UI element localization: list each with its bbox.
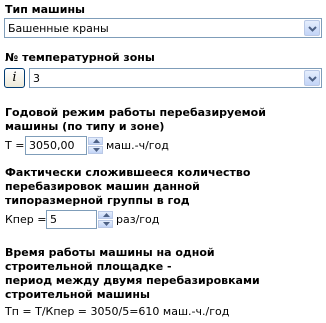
- temp-zone-value: 3: [33, 72, 40, 85]
- machine-type-dropdown-button[interactable]: [304, 20, 320, 36]
- site-time-formula: Тп = Т/Кпер = 3050/5=610 маш.-ч./год: [5, 305, 230, 318]
- relocations-spin-down[interactable]: [98, 220, 113, 228]
- relocations-input[interactable]: [46, 210, 97, 229]
- relocations-spinner[interactable]: [98, 211, 113, 228]
- annual-mode-unit: маш.-ч/год: [106, 139, 169, 152]
- site-time-heading-line4: строительной машины: [5, 288, 150, 301]
- annual-mode-spinner[interactable]: [88, 137, 103, 154]
- italic-l-icon: i: [12, 70, 17, 85]
- annual-mode-input[interactable]: [25, 136, 87, 155]
- relocations-heading-line2: перебазировок машин данной: [5, 180, 200, 193]
- relocations-heading-line3: типоразмерной группы в год: [5, 194, 190, 207]
- triangle-up-icon: [103, 213, 110, 217]
- chevron-down-icon: [308, 26, 317, 32]
- annual-mode-spin-up[interactable]: [88, 137, 103, 145]
- annual-mode-heading-line2: машины (по типу и зоне): [5, 120, 165, 133]
- temp-zone-label: № температурной зоны: [5, 51, 155, 64]
- triangle-down-icon: [103, 222, 110, 226]
- site-time-heading-line2: строительной площадке -: [5, 260, 172, 273]
- machine-type-label: Тип машины: [5, 3, 85, 16]
- site-time-heading-line1: Время работы машины на одной: [5, 246, 215, 259]
- temp-zone-select[interactable]: 3: [29, 68, 322, 88]
- relocations-heading-line1: Фактически сложившееся количество: [5, 166, 251, 179]
- relocations-field-label: Кпер =: [5, 213, 47, 226]
- machine-type-select[interactable]: Башенные краны: [4, 18, 322, 38]
- triangle-up-icon: [93, 139, 100, 143]
- temp-zone-info-button[interactable]: i: [4, 68, 25, 88]
- annual-mode-spin-down[interactable]: [88, 146, 103, 154]
- annual-mode-field-label: Т =: [5, 139, 25, 152]
- chevron-down-icon: [308, 76, 317, 82]
- relocations-unit: раз/год: [116, 213, 160, 226]
- site-time-heading-line3: период между двумя перебазировками: [5, 274, 260, 287]
- triangle-down-icon: [93, 148, 100, 152]
- relocations-spin-up[interactable]: [98, 211, 113, 219]
- annual-mode-heading-line1: Годовой режим работы перебазируемой: [5, 106, 266, 119]
- temp-zone-dropdown-button[interactable]: [304, 70, 320, 86]
- machine-type-value: Башенные краны: [8, 22, 109, 35]
